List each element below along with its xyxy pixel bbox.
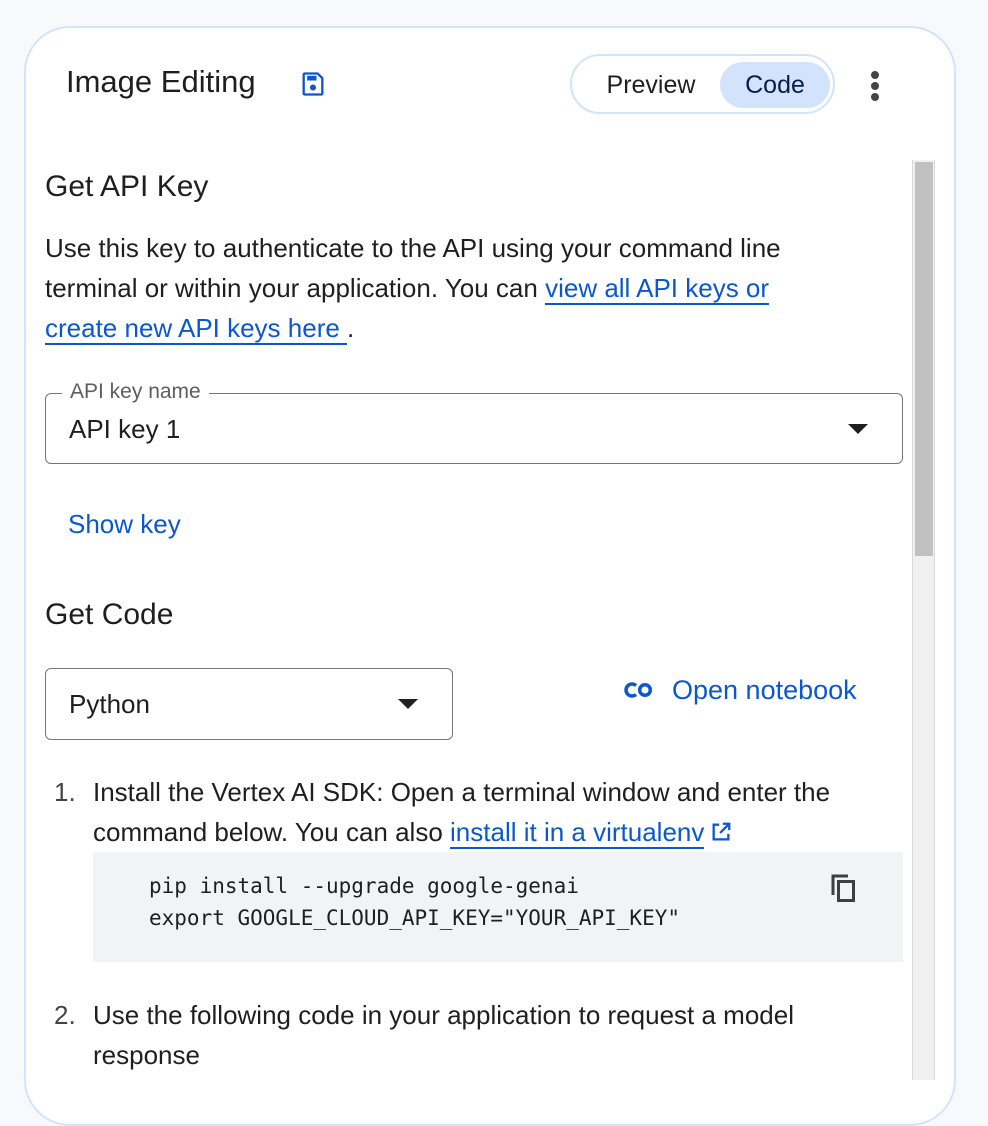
dropdown-arrow-icon	[398, 699, 418, 709]
step-1-text: Install the Vertex AI SDK: Open a termin…	[93, 777, 831, 849]
install-code-block: pip install --upgrade google-genai expor…	[93, 852, 903, 962]
language-value: Python	[69, 689, 150, 719]
virtualenv-link[interactable]: install it in a virtualenv	[450, 817, 705, 849]
step-number: 1.	[54, 777, 76, 807]
tab-code[interactable]: Code	[720, 62, 830, 108]
save-icon[interactable]	[299, 70, 327, 98]
scrollbar[interactable]	[912, 160, 935, 1080]
tab-preview[interactable]: Preview	[586, 62, 716, 108]
api-key-select[interactable]: API key name API key 1	[45, 380, 903, 464]
step-2-text: Use the following code in your applicati…	[93, 1000, 794, 1070]
step-number: 2.	[54, 1000, 76, 1030]
open-notebook-button[interactable]: Open notebook	[624, 670, 857, 710]
scrollbar-thumb[interactable]	[915, 162, 933, 556]
open-notebook-label: Open notebook	[672, 674, 857, 705]
view-toggle: Preview Code	[570, 54, 835, 114]
view-api-keys-link[interactable]: view all API keys or	[545, 273, 770, 305]
get-code-heading: Get Code	[45, 598, 174, 631]
api-key-description: Use this key to authenticate to the API …	[45, 233, 781, 345]
language-select[interactable]: Python	[45, 668, 453, 740]
api-key-field-label: API key name	[62, 380, 209, 404]
api-key-value: API key 1	[69, 414, 181, 444]
api-key-heading: Get API Key	[45, 170, 209, 203]
more-vert-icon[interactable]	[866, 70, 884, 102]
page-title: Image Editing	[66, 64, 256, 99]
show-key-button[interactable]: Show key	[68, 504, 268, 544]
dropdown-arrow-icon	[848, 424, 868, 434]
copy-icon[interactable]	[830, 873, 856, 903]
create-api-keys-link[interactable]: create new API keys here	[45, 313, 348, 345]
external-link-icon	[712, 822, 731, 841]
colab-icon	[624, 682, 653, 698]
